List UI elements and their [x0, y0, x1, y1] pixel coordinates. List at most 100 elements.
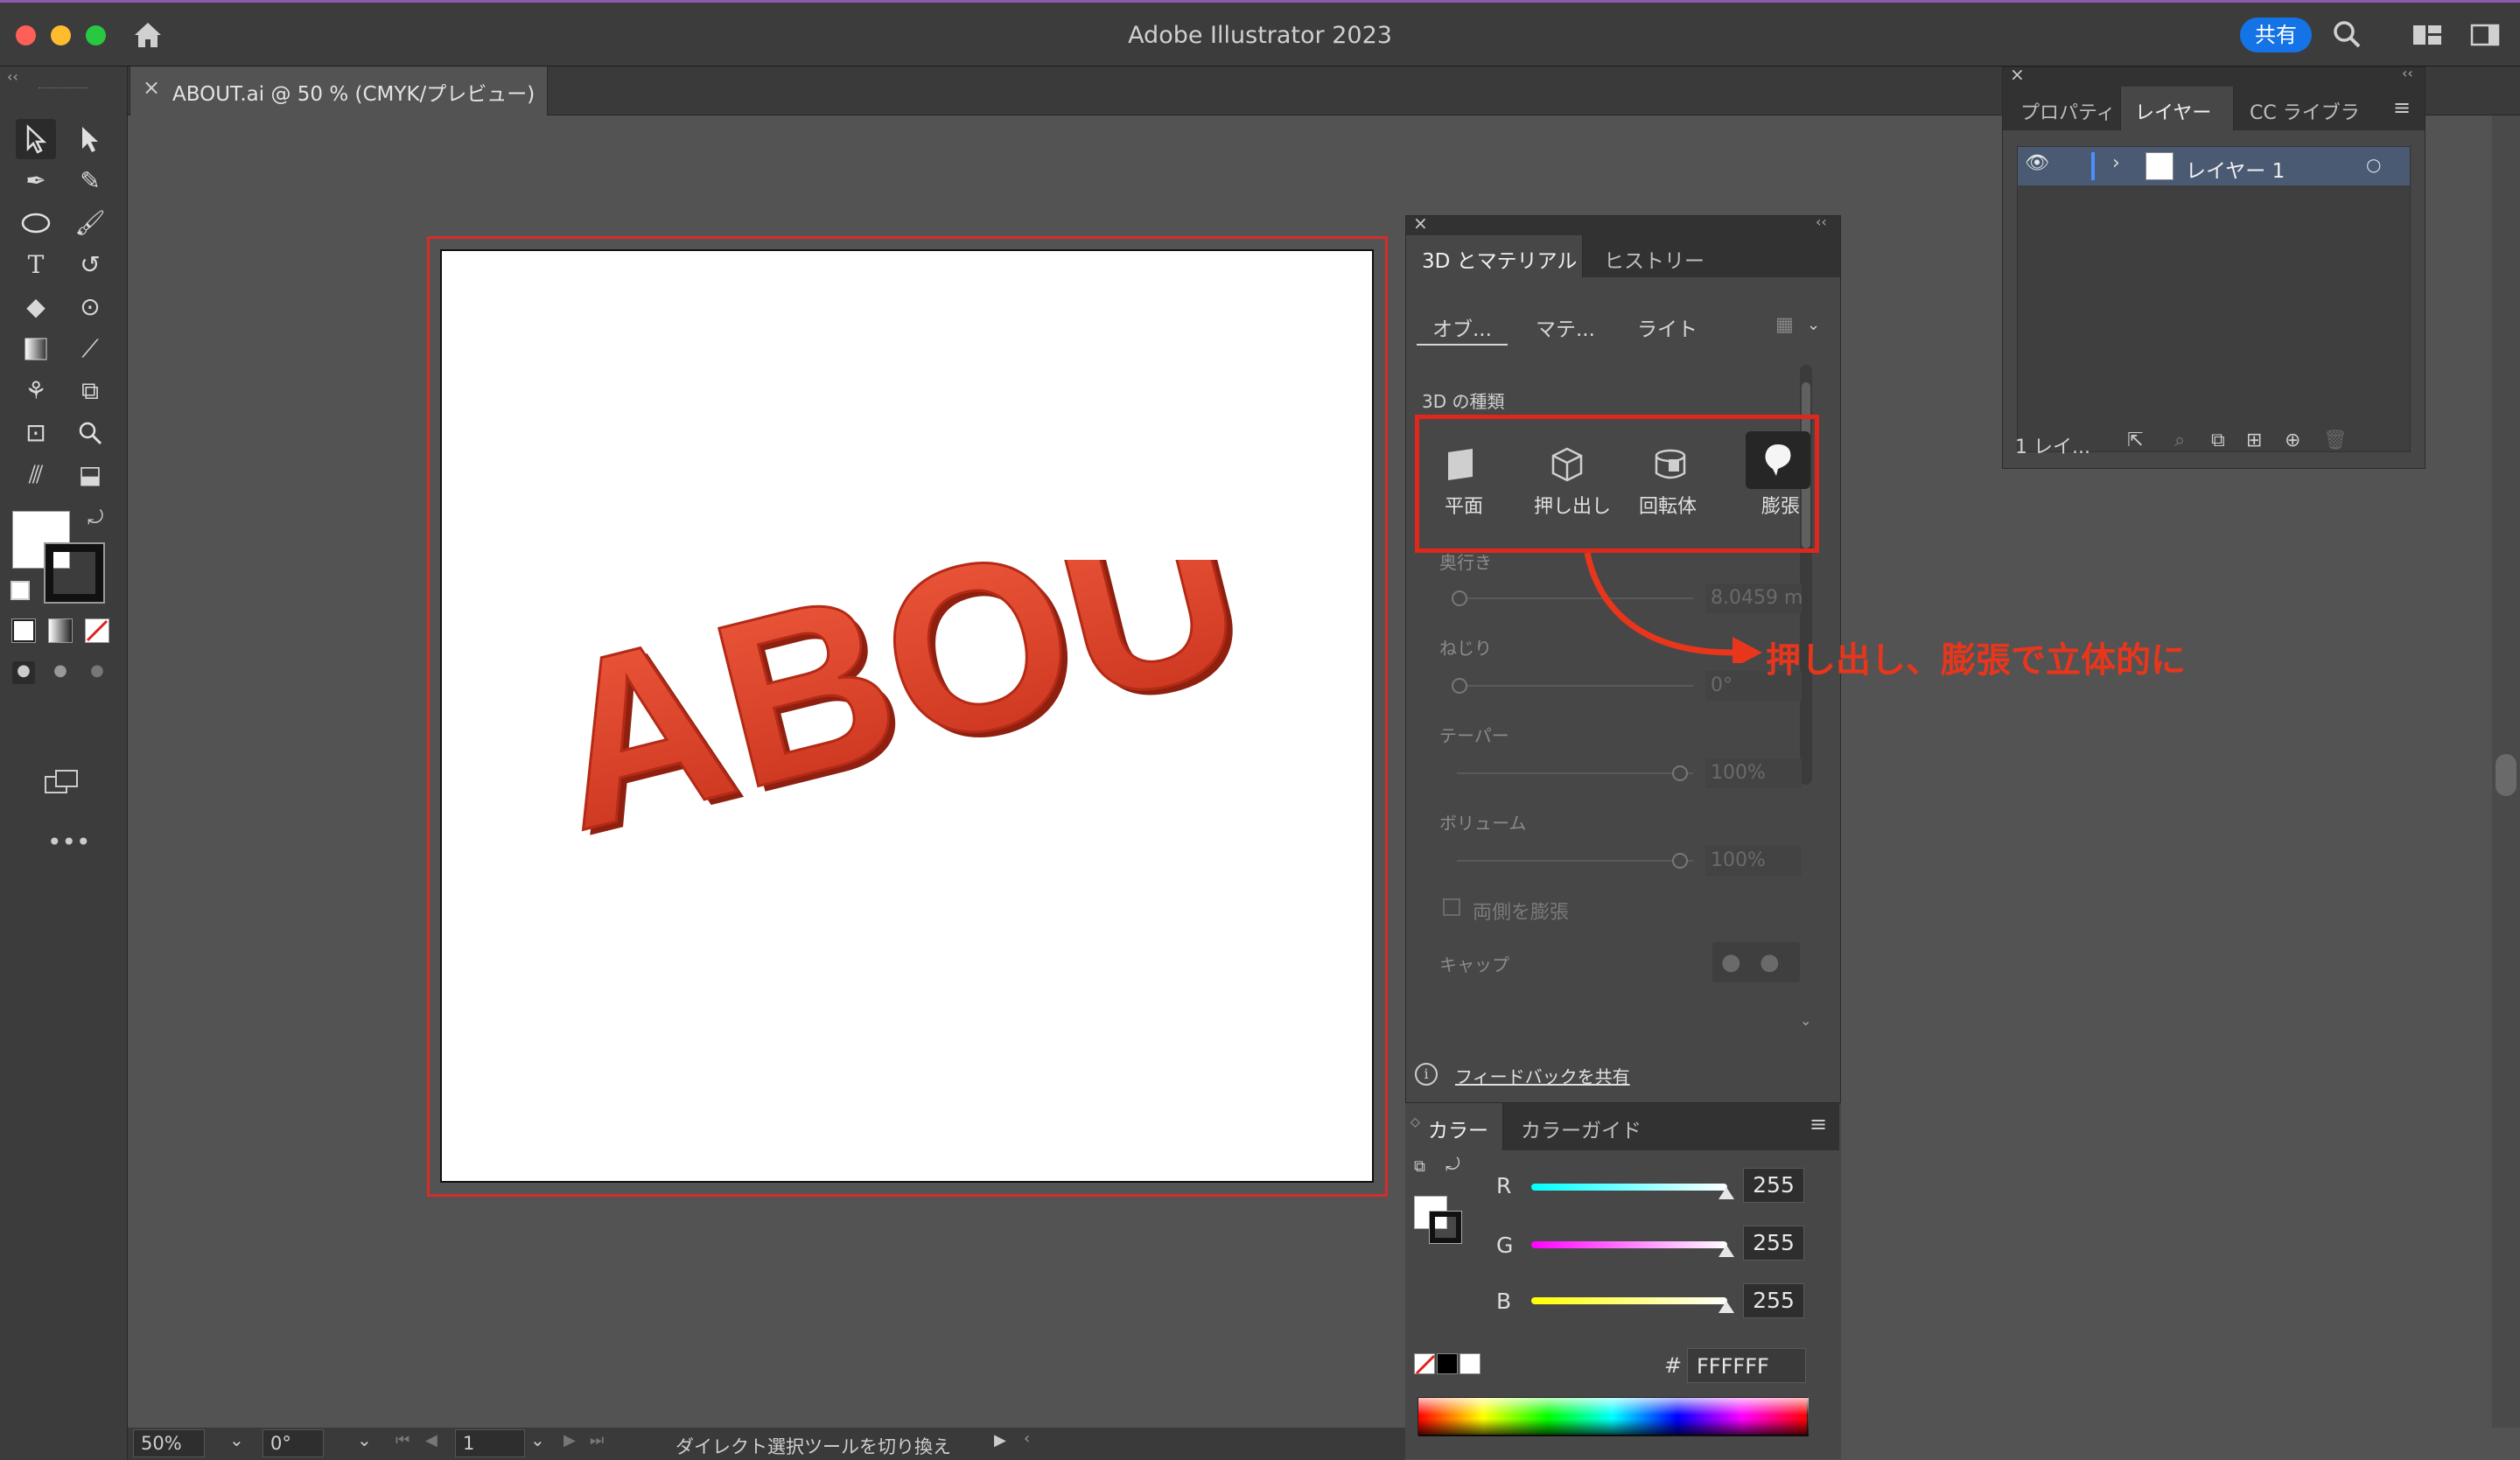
stroke-swatch[interactable]	[44, 542, 105, 604]
twist-slider-knob[interactable]	[1452, 678, 1467, 694]
prev-artboard-icon[interactable]: ◀	[425, 1431, 438, 1450]
hex-input[interactable]: FFFFFF	[1687, 1348, 1806, 1383]
zoom-tool-icon[interactable]	[70, 413, 110, 453]
rotation-dropdown-chevron-icon[interactable]: ⌄	[357, 1429, 372, 1450]
lasso-tool-icon[interactable]: ⊙	[70, 287, 110, 327]
toolbar-grip[interactable]	[38, 87, 88, 90]
locate-object-icon[interactable]: ⌕	[2174, 430, 2185, 451]
new-sublayer-icon[interactable]: ⊞	[2246, 430, 2262, 451]
artboard-tool-icon[interactable]: ⊡	[16, 413, 56, 453]
white-color-swatch[interactable]	[1460, 1353, 1480, 1374]
screen-mode-icon[interactable]	[44, 768, 79, 796]
scroll-left-icon[interactable]: ‹	[1024, 1429, 1030, 1448]
canvas-scroll-thumb[interactable]	[2496, 754, 2516, 796]
gradient-mode-icon[interactable]	[48, 618, 73, 643]
visibility-eye-icon[interactable]: 👁	[2025, 152, 2049, 174]
subtab-light[interactable]: ライト	[1637, 312, 1698, 342]
draw-inside-icon[interactable]: ●	[86, 661, 108, 684]
share-button[interactable]: 共有	[2240, 17, 2312, 52]
taper-slider-knob[interactable]	[1672, 765, 1688, 781]
document-tab[interactable]: × ABOUT.ai @ 50 % (CMYK/プレビュー)	[130, 66, 548, 115]
none-color-swatch[interactable]	[1414, 1353, 1436, 1375]
tab-color-guide[interactable]: カラーガイド	[1521, 1114, 1642, 1143]
layer-target-icon[interactable]: ○	[2366, 154, 2381, 175]
layer-expand-chevron-icon[interactable]: ›	[2112, 152, 2120, 174]
collapse-toolbar-icon[interactable]: ‹‹	[7, 68, 18, 85]
draw-behind-icon[interactable]: ●	[49, 661, 72, 684]
b-slider[interactable]	[1531, 1297, 1727, 1304]
default-fill-stroke-icon[interactable]	[10, 581, 30, 600]
pen-tool-icon[interactable]: ✒	[16, 161, 56, 201]
ellipse-tool-icon[interactable]	[16, 203, 56, 243]
last-artboard-icon[interactable]: ⏭	[590, 1431, 604, 1450]
r-slider-handle[interactable]	[1718, 1187, 1734, 1199]
swap-colors-icon[interactable]: ⤾	[1446, 1154, 1460, 1175]
g-slider[interactable]	[1531, 1241, 1727, 1248]
direct-selection-tool-icon[interactable]	[70, 119, 110, 159]
subtab-object[interactable]: オブ...	[1432, 312, 1492, 342]
workspace-layout-icon[interactable]	[2412, 22, 2443, 48]
rotate-tool-icon[interactable]: ↺	[70, 245, 110, 285]
twist-slider-track[interactable]	[1457, 685, 1693, 687]
live-paint-tool-icon[interactable]: ⬓	[70, 455, 110, 495]
subtab-material[interactable]: マテ...	[1536, 312, 1595, 342]
blend-tool-icon[interactable]: ⚘	[16, 371, 56, 411]
tab-properties[interactable]: プロパティ	[2020, 97, 2116, 125]
tab-history[interactable]: ヒストリー	[1604, 244, 1704, 274]
tab-color[interactable]: ◇ カラー	[1405, 1103, 1503, 1150]
rotation-value[interactable]: 0°	[262, 1429, 324, 1457]
default-colors-icon[interactable]: ⧉	[1414, 1157, 1425, 1176]
taper-slider-track[interactable]	[1457, 772, 1693, 774]
about-3d-text[interactable]: ABOUT ABOUT	[525, 420, 1411, 885]
zoom-level[interactable]: 50%	[133, 1429, 205, 1457]
none-mode-icon[interactable]	[85, 618, 109, 643]
paintbrush-tool-icon[interactable]: 🖌	[70, 203, 110, 243]
color-spectrum[interactable]	[1418, 1397, 1809, 1436]
collapse-layers-icon[interactable]: ‹‹	[2402, 65, 2413, 81]
eraser-tool-icon[interactable]: ◆	[16, 287, 56, 327]
chevron-down-icon[interactable]: ⌄	[1807, 316, 1820, 334]
export-icon[interactable]: ⇱	[2127, 430, 2143, 451]
taper-input[interactable]: 100%	[1705, 758, 1802, 788]
color-mode-icon[interactable]	[11, 618, 36, 643]
delete-layer-icon[interactable]: 🗑	[2323, 430, 2348, 451]
canvas-vertical-scrollbar[interactable]	[2492, 115, 2520, 1428]
zoom-dropdown-chevron-icon[interactable]: ⌄	[229, 1429, 244, 1450]
color-menu-icon[interactable]: ≡	[1810, 1112, 1827, 1136]
close-tab-icon[interactable]: ×	[143, 75, 160, 100]
status-menu-arrow-icon[interactable]: ▶	[994, 1431, 1006, 1450]
scroll-down-icon[interactable]: ⌄	[1800, 1012, 1811, 1029]
layers-menu-icon[interactable]: ≡	[2393, 95, 2411, 120]
g-slider-handle[interactable]	[1718, 1245, 1734, 1257]
panel-toggle-icon[interactable]	[2469, 22, 2501, 48]
color-tab-toggle-icon[interactable]: ◇	[1410, 1115, 1420, 1129]
shape-builder-tool-icon[interactable]: ⧉	[70, 371, 110, 411]
b-value-input[interactable]: 255	[1743, 1283, 1804, 1318]
close-layers-icon[interactable]: ×	[2010, 64, 2025, 85]
render-options-icon[interactable]: ▦	[1775, 314, 1794, 336]
color-stroke-swatch[interactable]	[1429, 1211, 1462, 1244]
cap-on-icon[interactable]: ●	[1721, 949, 1741, 975]
feedback-link[interactable]: フィードバックを共有	[1455, 1063, 1630, 1088]
clipping-mask-icon[interactable]: ⧉	[2211, 430, 2225, 451]
layer-name[interactable]: レイヤー 1	[2186, 154, 2285, 184]
search-icon[interactable]	[2331, 18, 2362, 50]
depth-slider-knob[interactable]	[1452, 590, 1467, 606]
first-artboard-icon[interactable]: ⏮	[396, 1431, 410, 1450]
tab-3d-materials[interactable]: 3D とマテリアル	[1406, 235, 1583, 277]
close-panel-icon[interactable]: ×	[1413, 213, 1428, 234]
gradient-tool-icon[interactable]	[16, 329, 56, 369]
b-slider-handle[interactable]	[1718, 1301, 1734, 1313]
artboard-number[interactable]: 1	[455, 1429, 525, 1457]
selection-tool-icon[interactable]	[16, 119, 56, 159]
measure-tool-icon[interactable]: ⫻	[16, 455, 56, 495]
tab-layers[interactable]: レイヤー	[2120, 87, 2234, 130]
g-value-input[interactable]: 255	[1743, 1226, 1804, 1261]
layer-row[interactable]: 👁 › レイヤー 1 ○	[2018, 147, 2410, 185]
tab-cc-libraries[interactable]: CC ライブラ	[2250, 97, 2360, 125]
collapse-panel-icon[interactable]: ‹‹	[1816, 213, 1827, 230]
r-slider[interactable]	[1531, 1184, 1727, 1191]
black-color-swatch[interactable]	[1437, 1353, 1458, 1374]
both-sides-checkbox[interactable]	[1443, 898, 1460, 916]
volume-slider-track[interactable]	[1457, 860, 1693, 862]
